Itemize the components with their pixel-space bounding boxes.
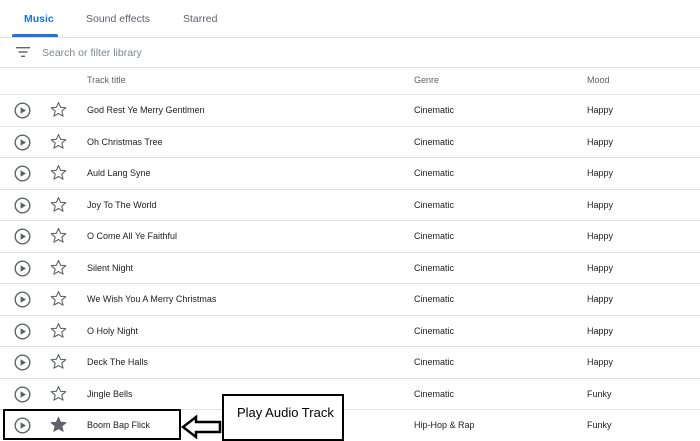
track-title: God Rest Ye Merry Gentlmen xyxy=(87,105,205,115)
track-mood: Funky xyxy=(587,420,612,430)
callout-text: Play Audio Track xyxy=(237,405,334,420)
track-mood: Happy xyxy=(587,357,614,367)
play-circle-icon[interactable] xyxy=(14,354,31,371)
track-genre: Cinematic xyxy=(414,105,455,115)
track-mood: Happy xyxy=(587,294,614,304)
search-input[interactable] xyxy=(42,44,442,62)
play-circle-icon[interactable] xyxy=(14,291,31,308)
track-genre: Cinematic xyxy=(414,388,455,399)
active-tab-indicator xyxy=(12,34,58,37)
track-genre: Cinematic xyxy=(414,136,455,147)
track-title: Deck The Halls xyxy=(87,357,148,367)
track-title: O Come All Ye Faithful xyxy=(87,231,178,241)
track-genre: Cinematic xyxy=(414,325,455,336)
table-row[interactable]: O Come All Ye Faithful Cinematic Happy xyxy=(0,221,700,253)
play-circle-icon[interactable] xyxy=(14,102,31,119)
tab-sound-effects[interactable]: Sound effects xyxy=(86,13,150,25)
track-genre: Cinematic xyxy=(414,262,455,273)
track-mood: Happy xyxy=(587,105,614,115)
track-genre: Cinematic xyxy=(414,168,455,178)
table-row[interactable]: We Wish You A Merry Christmas Cinematic Ha… xyxy=(0,284,700,316)
table-row[interactable]: Auld Lang Syne Cinematic Happy xyxy=(0,158,700,190)
star-icon[interactable] xyxy=(50,227,67,244)
column-header-genre[interactable]: Genre xyxy=(414,75,439,85)
track-mood: Happy xyxy=(587,262,614,273)
star-icon[interactable] xyxy=(50,259,67,276)
column-header-track-title[interactable]: Track title xyxy=(87,75,126,85)
play-circle-icon[interactable] xyxy=(14,196,31,214)
tab-starred[interactable]: Starred xyxy=(183,13,217,25)
track-genre: Cinematic xyxy=(414,231,455,241)
tab-bar: Music Sound effects Starred xyxy=(0,0,700,38)
table-row[interactable]: Joy To The World Cinematic Happy xyxy=(0,190,700,221)
track-genre: Cinematic xyxy=(414,199,455,210)
star-icon[interactable] xyxy=(50,101,67,118)
track-genre: Cinematic xyxy=(414,357,455,367)
play-circle-icon[interactable] xyxy=(14,133,31,151)
star-icon[interactable] xyxy=(50,322,67,339)
play-circle-icon[interactable] xyxy=(14,385,31,403)
track-mood: Happy xyxy=(587,168,614,178)
tab-music[interactable]: Music xyxy=(24,13,54,25)
highlight-box xyxy=(3,409,181,440)
play-circle-icon[interactable] xyxy=(14,259,31,277)
play-circle-icon[interactable] xyxy=(14,228,31,245)
table-row[interactable]: O Holy Night Cinematic Happy xyxy=(0,316,700,347)
track-title: Auld Lang Syne xyxy=(87,168,151,178)
star-icon[interactable] xyxy=(50,353,67,370)
play-circle-icon[interactable] xyxy=(14,165,31,182)
star-icon[interactable] xyxy=(50,385,67,402)
search-bar xyxy=(0,38,700,68)
track-mood: Happy xyxy=(587,136,614,147)
table-row[interactable]: Deck The Halls Cinematic Happy xyxy=(0,347,700,379)
table-header: Track title Genre Mood xyxy=(0,68,700,95)
track-title: Joy To The World xyxy=(87,199,157,210)
track-mood: Funky xyxy=(587,388,612,399)
star-icon[interactable] xyxy=(50,133,67,150)
table-row[interactable]: Silent Night Cinematic Happy xyxy=(0,253,700,284)
play-circle-icon[interactable] xyxy=(14,322,31,340)
track-title: Jingle Bells xyxy=(87,388,133,399)
star-icon[interactable] xyxy=(50,196,67,213)
callout-label: Play Audio Track xyxy=(222,394,344,441)
table-row[interactable]: Jingle Bells Cinematic Funky xyxy=(0,379,700,410)
track-mood: Happy xyxy=(587,325,614,336)
star-icon[interactable] xyxy=(50,164,67,181)
table-row[interactable]: God Rest Ye Merry Gentlmen Cinematic Happy xyxy=(0,95,700,127)
track-title: O Holy Night xyxy=(87,325,139,336)
track-mood: Happy xyxy=(587,231,614,241)
track-title: We Wish You A Merry Christmas xyxy=(87,294,217,304)
track-genre: Hip-Hop & Rap xyxy=(414,420,475,430)
filter-list-icon[interactable] xyxy=(16,46,30,58)
star-icon[interactable] xyxy=(50,290,67,307)
track-title: Oh Christmas Tree xyxy=(87,136,163,147)
track-genre: Cinematic xyxy=(414,294,455,304)
track-mood: Happy xyxy=(587,199,614,210)
arrow-left-icon xyxy=(180,414,222,440)
column-header-mood[interactable]: Mood xyxy=(587,75,610,85)
table-row[interactable]: Oh Christmas Tree Cinematic Happy xyxy=(0,127,700,158)
track-title: Silent Night xyxy=(87,262,134,273)
